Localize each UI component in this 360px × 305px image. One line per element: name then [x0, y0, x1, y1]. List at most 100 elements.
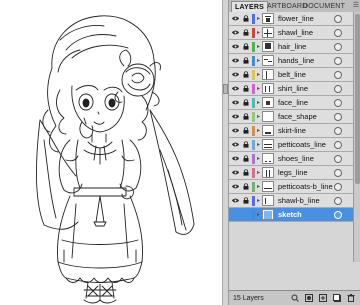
locate-object-icon[interactable]: [291, 294, 299, 302]
layer-name[interactable]: legs_line: [278, 168, 308, 178]
lock-icon[interactable]: [243, 29, 249, 36]
target-circle-icon[interactable]: [334, 197, 342, 205]
lock-icon[interactable]: [243, 113, 249, 120]
expand-arrow-icon[interactable]: ▸: [257, 43, 260, 51]
target-circle-icon[interactable]: [334, 141, 342, 149]
expand-arrow-icon[interactable]: ▸: [257, 57, 260, 65]
layer-row[interactable]: ▸ flower_line: [229, 12, 353, 26]
target-circle-icon[interactable]: [334, 169, 342, 177]
target-circle-icon[interactable]: [334, 57, 342, 65]
layer-row[interactable]: ▸ sketch: [229, 208, 353, 222]
target-circle-icon[interactable]: [334, 211, 342, 219]
lock-icon[interactable]: [243, 197, 249, 204]
visibility-eye-icon[interactable]: [232, 30, 239, 35]
artboard-canvas[interactable]: [0, 0, 222, 305]
expand-arrow-icon[interactable]: ▸: [257, 141, 260, 149]
new-layer-icon[interactable]: [333, 294, 341, 302]
visibility-eye-icon[interactable]: [232, 16, 239, 21]
target-circle-icon[interactable]: [334, 15, 342, 23]
layer-row[interactable]: ▸ face_shape: [229, 110, 353, 124]
lock-icon[interactable]: [243, 211, 249, 218]
target-circle-icon[interactable]: [334, 43, 342, 51]
lock-icon[interactable]: [243, 15, 249, 22]
lock-icon[interactable]: [243, 57, 249, 64]
layer-name[interactable]: shawl-b_line: [278, 196, 320, 206]
expand-arrow-icon[interactable]: ▸: [257, 85, 260, 93]
visibility-eye-icon[interactable]: [232, 170, 239, 175]
layer-row[interactable]: ▸ shawl-b_line: [229, 194, 353, 208]
visibility-eye-icon[interactable]: [232, 128, 239, 133]
layer-name[interactable]: hair_line: [278, 42, 306, 52]
layer-row[interactable]: ▸ legs_line: [229, 166, 353, 180]
lock-icon[interactable]: [243, 155, 249, 162]
visibility-eye-icon[interactable]: [232, 58, 239, 63]
expand-arrow-icon[interactable]: ▸: [257, 127, 260, 135]
visibility-eye-icon[interactable]: [232, 156, 239, 161]
layer-row[interactable]: ▸ shoes_line: [229, 152, 353, 166]
lock-icon[interactable]: [243, 43, 249, 50]
expand-arrow-icon[interactable]: ▸: [257, 15, 260, 23]
new-sublayer-icon[interactable]: [319, 294, 327, 302]
lock-icon[interactable]: [243, 169, 249, 176]
lock-icon[interactable]: [243, 127, 249, 134]
layer-row[interactable]: ▸ skirt-line: [229, 124, 353, 138]
visibility-eye-icon[interactable]: [232, 72, 239, 77]
lock-icon[interactable]: [243, 183, 249, 190]
layer-row[interactable]: ▸ petticoats_line: [229, 138, 353, 152]
layer-name[interactable]: shawl_line: [278, 28, 313, 38]
panel-menu-icon[interactable]: ☰: [353, 1, 359, 11]
layer-row[interactable]: ▸ hair_line: [229, 40, 353, 54]
target-circle-icon[interactable]: [334, 29, 342, 37]
target-circle-icon[interactable]: [334, 127, 342, 135]
visibility-eye-icon[interactable]: [232, 142, 239, 147]
expand-arrow-icon[interactable]: ▸: [257, 183, 260, 191]
visibility-eye-icon[interactable]: [232, 184, 239, 189]
expand-arrow-icon[interactable]: ▸: [257, 197, 260, 205]
layer-row[interactable]: ▸ face_line: [229, 96, 353, 110]
layer-list-scrollbar[interactable]: [353, 12, 360, 262]
layer-name[interactable]: belt_line: [278, 70, 306, 80]
visibility-eye-icon[interactable]: [232, 212, 239, 217]
layer-row[interactable]: ▸ shawl_line: [229, 26, 353, 40]
visibility-eye-icon[interactable]: [232, 44, 239, 49]
visibility-eye-icon[interactable]: [232, 86, 239, 91]
layer-name[interactable]: shirt_line: [278, 84, 308, 94]
visibility-eye-icon[interactable]: [232, 198, 239, 203]
layer-name[interactable]: flower_line: [278, 14, 314, 24]
visibility-eye-icon[interactable]: [232, 114, 239, 119]
target-circle-icon[interactable]: [334, 183, 342, 191]
layer-name[interactable]: skirt-line: [278, 126, 306, 136]
layer-name[interactable]: face_line: [278, 98, 308, 108]
layer-row[interactable]: ▸ shirt_line: [229, 82, 353, 96]
expand-arrow-icon[interactable]: ▸: [257, 113, 260, 121]
expand-arrow-icon[interactable]: ▸: [257, 99, 260, 107]
target-circle-icon[interactable]: [334, 113, 342, 121]
layer-name[interactable]: shoes_line: [278, 154, 314, 164]
tab-layers[interactable]: LAYERS: [231, 1, 268, 12]
layer-name[interactable]: hands_line: [278, 56, 314, 66]
layer-name[interactable]: sketch: [278, 210, 302, 220]
lock-icon[interactable]: [243, 85, 249, 92]
tab-document[interactable]: DOCUMENT: [301, 1, 347, 12]
target-circle-icon[interactable]: [334, 85, 342, 93]
lock-icon[interactable]: [243, 141, 249, 148]
layer-name[interactable]: petticoats_line: [278, 140, 326, 150]
layer-row[interactable]: ▸ belt_line: [229, 68, 353, 82]
layer-name[interactable]: face_shape: [278, 112, 317, 122]
layer-name[interactable]: petticoats-b_line: [278, 182, 333, 192]
expand-arrow-icon[interactable]: ▸: [257, 155, 260, 163]
expand-arrow-icon[interactable]: ▸: [257, 29, 260, 37]
expand-arrow-icon[interactable]: ▸: [257, 169, 260, 177]
lock-icon[interactable]: [243, 71, 249, 78]
expand-arrow-icon[interactable]: ▸: [257, 211, 260, 219]
expand-arrow-icon[interactable]: ▸: [257, 71, 260, 79]
lock-icon[interactable]: [243, 99, 249, 106]
trash-icon[interactable]: [347, 294, 355, 302]
target-circle-icon[interactable]: [334, 99, 342, 107]
target-circle-icon[interactable]: [334, 155, 342, 163]
scrollbar-thumb[interactable]: [355, 14, 360, 184]
layer-row[interactable]: ▸ hands_line: [229, 54, 353, 68]
target-circle-icon[interactable]: [334, 71, 342, 79]
make-clipping-mask-icon[interactable]: [305, 294, 313, 302]
visibility-eye-icon[interactable]: [232, 100, 239, 105]
